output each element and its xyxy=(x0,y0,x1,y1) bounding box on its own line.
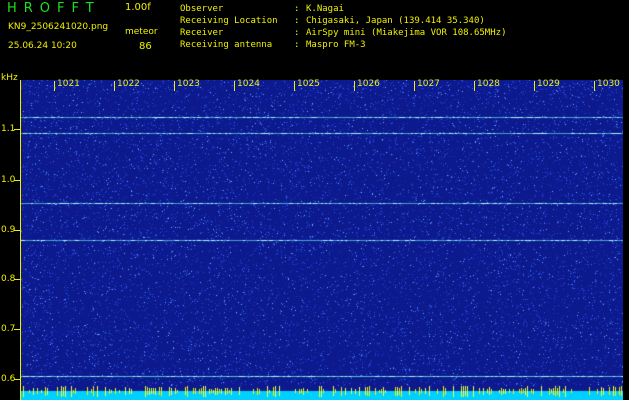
info-row-location: Receiving Location: Chigasaki, Japan (139… xyxy=(180,16,485,26)
info-row-receiver: Receiver: AirSpy mini (Miakejima VOR 108.… xyxy=(180,28,507,38)
app-title: HROFFT xyxy=(7,1,101,16)
y-tick-label: 0.7 xyxy=(1,324,16,334)
spectrogram-canvas[interactable] xyxy=(21,80,623,400)
meteor-label: meteor xyxy=(125,27,158,37)
x-tick-mark xyxy=(294,81,295,91)
x-tick-label: 1022 xyxy=(117,79,140,89)
y-tick-label: 0.8 xyxy=(1,274,16,284)
info-row-antenna: Receiving antenna: Maspro FM-3 xyxy=(180,40,366,50)
x-tick-mark xyxy=(354,81,355,91)
spectrogram-plot[interactable] xyxy=(20,80,623,400)
app-version: 1.00f xyxy=(125,2,151,13)
image-filename: KN9_2506241020.png xyxy=(8,22,109,32)
y-tick-label: 1.1 xyxy=(1,124,16,134)
x-tick-label: 1025 xyxy=(297,79,320,89)
x-tick-label: 1023 xyxy=(177,79,200,89)
x-tick-mark xyxy=(594,81,595,91)
info-label: Receiver xyxy=(180,28,224,38)
x-tick-label: 1029 xyxy=(537,79,560,89)
x-tick-mark xyxy=(534,81,535,91)
x-tick-mark xyxy=(414,81,415,91)
x-tick-mark xyxy=(174,81,175,91)
info-label: Receiving Location xyxy=(180,16,278,26)
info-value: K.Nagai xyxy=(306,4,344,14)
info-label: Observer xyxy=(180,4,224,14)
info-value: AirSpy mini (Miakejima VOR 108.65MHz) xyxy=(306,28,507,38)
x-tick-label: 1021 xyxy=(57,79,80,89)
y-axis-unit: kHz xyxy=(1,73,18,83)
x-tick-label: 1026 xyxy=(357,79,380,89)
x-tick-mark xyxy=(474,81,475,91)
capture-datetime: 25.06.24 10:20 xyxy=(8,41,77,51)
x-tick-mark xyxy=(114,81,115,91)
x-tick-label: 1024 xyxy=(237,79,260,89)
x-tick-label: 1027 xyxy=(417,79,440,89)
info-row-observer: Observer: K.Nagai xyxy=(180,4,344,14)
y-tick-label: 1.0 xyxy=(1,175,16,185)
x-tick-mark xyxy=(234,81,235,91)
info-value: Chigasaki, Japan (139.414 35.340) xyxy=(306,16,485,26)
x-tick-label: 1030 xyxy=(597,79,620,89)
y-tick-label: 0.9 xyxy=(1,225,16,235)
y-tick-label: 0.6 xyxy=(1,374,16,384)
x-tick-mark xyxy=(54,81,55,91)
info-label: Receiving antenna xyxy=(180,40,273,50)
meteor-count: 86 xyxy=(139,41,152,52)
x-tick-label: 1028 xyxy=(477,79,500,89)
info-value: Maspro FM-3 xyxy=(306,40,366,50)
